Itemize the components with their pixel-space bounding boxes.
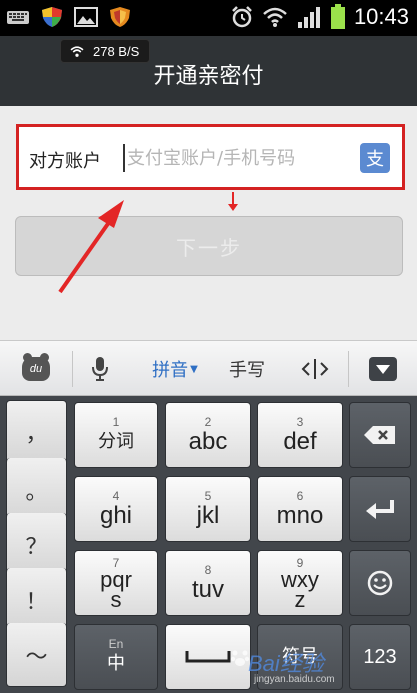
account-label: 对方账户	[29, 151, 101, 172]
voice-input-button[interactable]	[73, 341, 127, 397]
net-speed-chip: 278 B/S	[60, 39, 151, 63]
signal-icon	[297, 7, 320, 28]
battery-icon	[330, 4, 345, 29]
keyboard-toolbar: du 拼音 ▼ 手写	[0, 340, 417, 396]
wifi-icon	[263, 7, 287, 27]
form-area: 对方账户 支 下一步	[0, 106, 417, 340]
hide-keyboard-button[interactable]	[349, 341, 417, 397]
key-7-pqrs[interactable]: 7 pqr s	[74, 550, 158, 616]
small-arrow-head	[228, 204, 238, 211]
space-icon	[185, 651, 231, 663]
key-8-tuv[interactable]: 8 tuv	[165, 550, 251, 616]
emoji-key[interactable]	[349, 550, 411, 616]
image-icon	[74, 7, 98, 27]
key-comma[interactable]: ，	[6, 400, 67, 464]
shield-icon	[42, 7, 62, 27]
du-bear-icon: du	[22, 353, 50, 381]
key-2-abc[interactable]: 2 abc	[165, 402, 251, 468]
key-4-ghi[interactable]: 4 ghi	[74, 476, 158, 542]
net-speed: 278 B/S	[93, 43, 140, 59]
enter-key[interactable]	[349, 476, 411, 542]
pinyin-mode-button[interactable]: 拼音 ▼	[135, 341, 215, 397]
enter-icon	[366, 500, 394, 519]
lang-switch-key[interactable]: En 中	[74, 624, 158, 690]
smiley-icon	[367, 570, 393, 596]
chevron-down-icon: ▼	[190, 363, 198, 375]
shield-app-icon	[110, 7, 130, 27]
handwriting-label: 手写	[229, 360, 265, 381]
du-menu-button[interactable]: du	[0, 341, 72, 397]
keyboard-icon	[7, 11, 29, 24]
backspace-key[interactable]	[349, 402, 411, 468]
cursor-move-button[interactable]	[284, 341, 346, 397]
wifi-small-icon	[70, 45, 84, 57]
key-1-fenci[interactable]: 1 分词	[74, 402, 158, 468]
cursor-move-icon	[301, 359, 329, 379]
account-row: 对方账户 支	[16, 124, 405, 190]
backspace-icon	[364, 426, 395, 444]
handwriting-mode-button[interactable]: 手写	[215, 341, 279, 397]
key-6-mno[interactable]: 6 mno	[257, 476, 343, 542]
watermark-sub: jingyan.baidu.com	[254, 674, 335, 685]
alipay-contacts-icon[interactable]: 支	[360, 143, 390, 173]
alarm-icon	[232, 6, 252, 28]
collapse-keyboard-icon	[369, 357, 397, 381]
key-9-wxyz[interactable]: 9 wxy z	[257, 550, 343, 616]
key-3-def[interactable]: 3 def	[257, 402, 343, 468]
alipay-glyph: 支	[366, 149, 384, 170]
key-5-jkl[interactable]: 5 jkl	[165, 476, 251, 542]
paw-icon	[230, 650, 250, 666]
text-cursor	[123, 144, 125, 172]
microphone-icon	[92, 357, 108, 381]
account-input[interactable]	[127, 141, 357, 175]
next-step-button[interactable]: 下一步	[15, 216, 403, 276]
key-tilde[interactable]: ～	[6, 623, 67, 687]
baidu-watermark: Bai经验 jingyan.baidu.com	[230, 640, 410, 690]
clock: 10:43	[353, 4, 409, 29]
status-bar: 10:43	[0, 0, 417, 36]
pinyin-label: 拼音	[152, 360, 189, 381]
